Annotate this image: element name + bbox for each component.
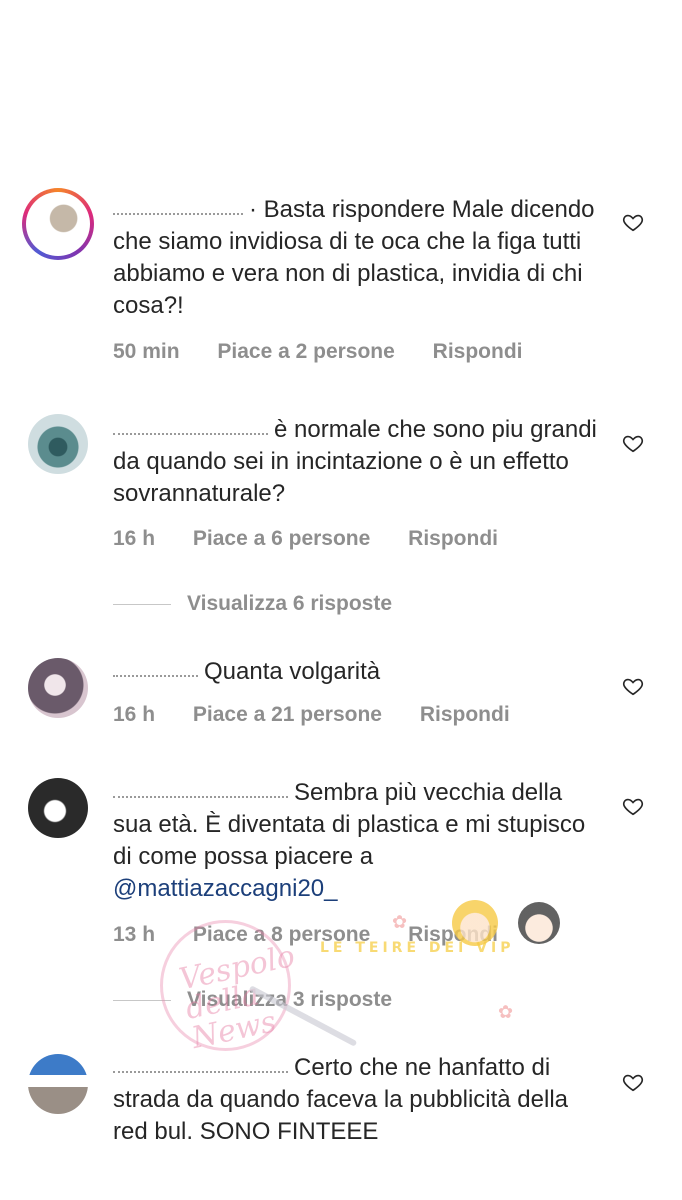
comment-time: 50 min xyxy=(113,340,180,363)
comment-text: Sembra più vecchia della sua età. È dive… xyxy=(113,779,586,902)
avatar[interactable] xyxy=(28,778,88,838)
comment-text: · Basta rispondere Male dicendo che siam… xyxy=(113,196,595,319)
comment-meta: 16 h Piace a 21 persone Rispondi xyxy=(113,703,542,727)
reply-button[interactable]: Rispondi xyxy=(433,340,523,363)
mention-link[interactable]: @mattiazaccagni20_ xyxy=(113,875,337,902)
reply-button[interactable]: Rispondi xyxy=(408,923,498,946)
avatar[interactable] xyxy=(28,414,88,474)
heart-outline-icon[interactable] xyxy=(622,675,644,697)
comment-meta: 16 h Piace a 6 persone Rispondi xyxy=(113,527,530,551)
likes-count-link[interactable]: Piace a 2 persone xyxy=(217,340,394,363)
avatar[interactable] xyxy=(28,658,88,718)
comment-time: 16 h xyxy=(113,527,156,550)
heart-outline-icon[interactable] xyxy=(622,1071,644,1093)
likes-count-link[interactable]: Piace a 6 persone xyxy=(193,527,370,550)
redacted-username[interactable] xyxy=(113,669,198,677)
reply-button[interactable]: Rispondi xyxy=(408,527,498,550)
heart-outline-icon[interactable] xyxy=(622,432,644,454)
paw-icon: ✿ xyxy=(498,1002,514,1022)
redacted-username[interactable] xyxy=(113,427,268,435)
redacted-username[interactable] xyxy=(113,207,243,215)
view-replies-button[interactable]: Visualizza 6 risposte xyxy=(113,592,392,616)
comment-text: Quanta volgarità xyxy=(113,656,603,688)
likes-count-link[interactable]: Piace a 8 persone xyxy=(193,923,370,946)
comment-text: Certo che ne hanfatto di strada da quand… xyxy=(113,1054,568,1145)
heart-outline-icon[interactable] xyxy=(622,795,644,817)
comment-meta: 13 h Piace a 8 persone Rispondi xyxy=(113,923,530,947)
heart-outline-icon[interactable] xyxy=(622,211,644,233)
view-replies-button[interactable]: Visualizza 3 risposte xyxy=(113,988,392,1012)
replies-divider xyxy=(113,603,171,605)
avatar[interactable] xyxy=(22,188,94,260)
reply-button[interactable]: Rispondi xyxy=(420,703,510,726)
avatar[interactable] xyxy=(28,1054,88,1114)
redacted-username[interactable] xyxy=(113,1065,288,1073)
comment-meta: 50 min Piace a 2 persone Rispondi xyxy=(113,340,554,364)
comment-time: 13 h xyxy=(113,923,156,946)
replies-divider xyxy=(113,999,171,1001)
redacted-username[interactable] xyxy=(113,790,288,798)
comment-text: è normale che sono piu grandi da quando … xyxy=(113,416,597,507)
comment-time: 16 h xyxy=(113,703,156,726)
likes-count-link[interactable]: Piace a 21 persone xyxy=(193,703,382,726)
